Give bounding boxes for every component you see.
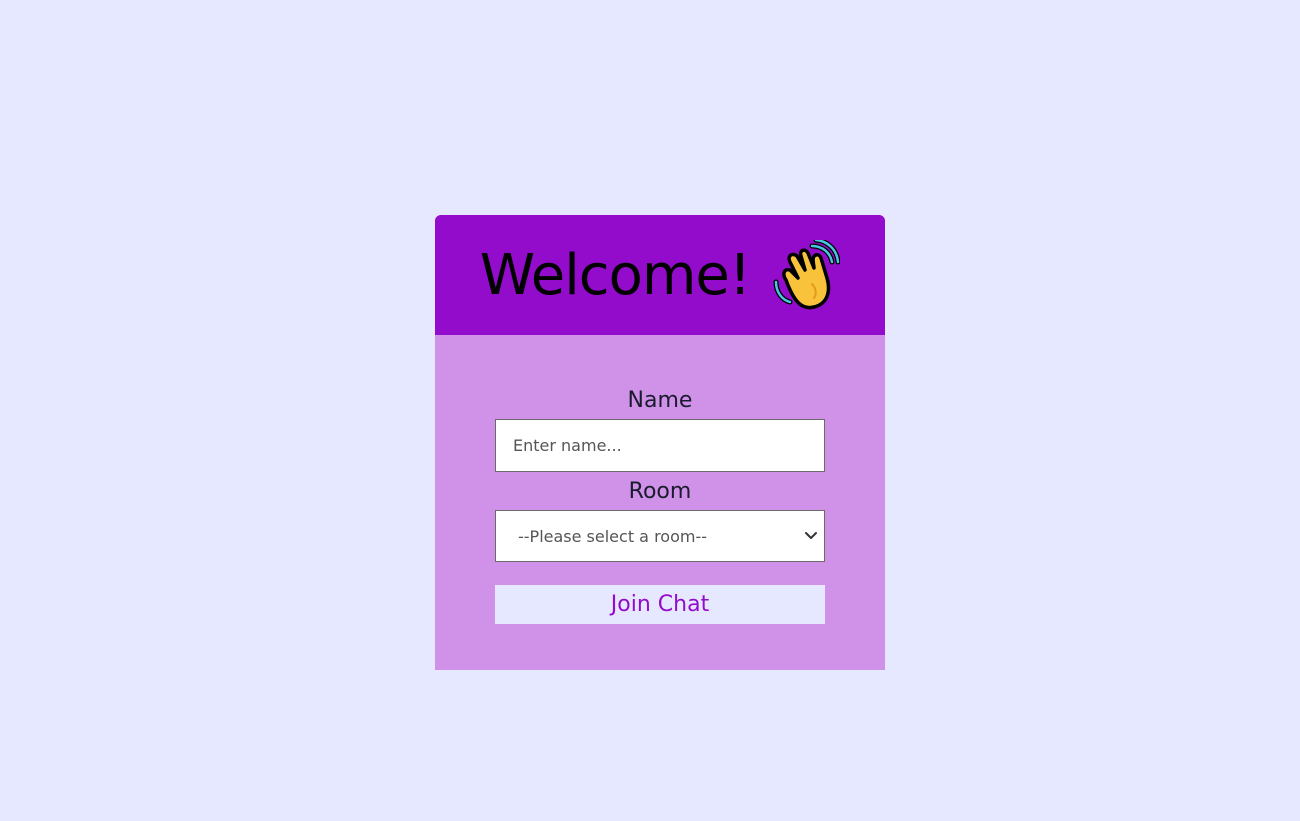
name-label: Name [627,388,693,413]
card-header: Welcome! [435,215,885,335]
chevron-down-icon [804,528,818,542]
welcome-title: Welcome! [479,237,841,310]
welcome-text: Welcome! [479,242,752,308]
room-select-value: --Please select a room-- [518,526,708,546]
login-card: Welcome! Name Room -- [435,215,885,670]
room-label: Room [628,479,692,504]
join-form: Name Room --Please select a room-- Join … [495,385,825,624]
room-select[interactable]: --Please select a room-- [495,510,825,562]
name-input[interactable] [495,419,825,472]
join-chat-button[interactable]: Join Chat [495,585,825,624]
waving-hand-icon [772,237,841,310]
